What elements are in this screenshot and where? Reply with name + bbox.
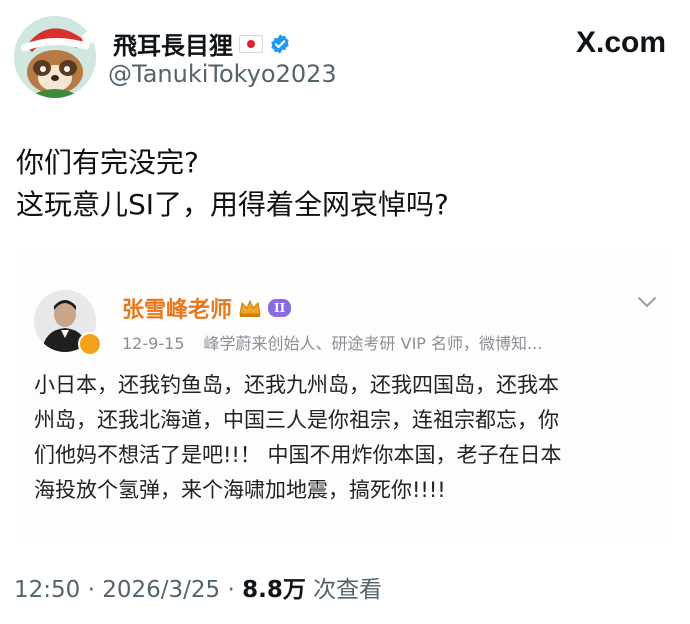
post-date[interactable]: 2026/3/25 bbox=[102, 577, 220, 603]
crown-icon bbox=[238, 298, 262, 318]
author-display-name[interactable]: 飛耳長目狸 bbox=[113, 26, 233, 61]
quoted-post-date: 12-9-15 bbox=[122, 334, 185, 353]
level-badge: II bbox=[268, 299, 292, 317]
tweet-line: 这玩意儿SI了，用得着全网哀悼吗? bbox=[16, 188, 449, 221]
post-time[interactable]: 12:50 bbox=[14, 577, 80, 603]
quoted-body-line: 州岛，还我北海道，中国三人是你祖宗，连祖宗都忘，你 bbox=[34, 408, 559, 432]
brand-logo: X.com bbox=[575, 26, 666, 59]
tweet-text: 你们有完没完? 这玩意儿SI了，用得着全网哀悼吗? bbox=[16, 142, 449, 226]
quoted-author-name[interactable]: 张雪峰老师 bbox=[122, 292, 232, 324]
quoted-post-body: 小日本，还我钓鱼岛，还我九州岛，还我四国岛，还我本 州岛，还我北海道，中国三人是… bbox=[34, 368, 664, 508]
quoted-author-bio: 峰学蔚来创始人、研途考研 VIP 名师，微博知... bbox=[203, 334, 543, 353]
orange-verified-icon bbox=[78, 332, 102, 356]
quoted-body-line: 小日本，还我钓鱼岛，还我九州岛，还我四国岛，还我本 bbox=[34, 373, 559, 397]
quoted-author-name-row: 张雪峰老师 II bbox=[122, 292, 292, 324]
quoted-post-card[interactable]: 张雪峰老师 II 12-9-15 峰学蔚来创始人、研途考研 VIP 名师，微博知… bbox=[18, 250, 672, 538]
view-count-label: 次查看 bbox=[313, 577, 383, 603]
separator: · bbox=[87, 577, 95, 603]
quoted-body-line: 海投放个氢弹，来个海啸加地震，搞死你!!!! bbox=[34, 478, 446, 502]
post-stats: 12:50 · 2026/3/25 · 8.8万 次查看 bbox=[14, 570, 382, 604]
author-handle[interactable]: @TanukiTokyo2023 bbox=[108, 60, 337, 88]
view-count: 8.8万 bbox=[242, 577, 306, 603]
quoted-post-meta: 12-9-15 峰学蔚来创始人、研途考研 VIP 名师，微博知... bbox=[122, 330, 542, 354]
quoted-body-line: 们他妈不想活了是吧!!！ 中国不用炸你本国，老子在日本 bbox=[34, 443, 562, 467]
separator: · bbox=[227, 577, 235, 603]
chevron-down-icon[interactable] bbox=[634, 292, 660, 312]
verified-badge-icon bbox=[271, 33, 289, 54]
japan-flag-icon bbox=[239, 34, 263, 53]
author-avatar[interactable] bbox=[14, 16, 96, 98]
tweet-line: 你们有完没完? bbox=[16, 146, 199, 179]
author-name-row: 飛耳長目狸 bbox=[113, 26, 291, 61]
tanuki-santa-avatar-icon bbox=[14, 16, 96, 98]
